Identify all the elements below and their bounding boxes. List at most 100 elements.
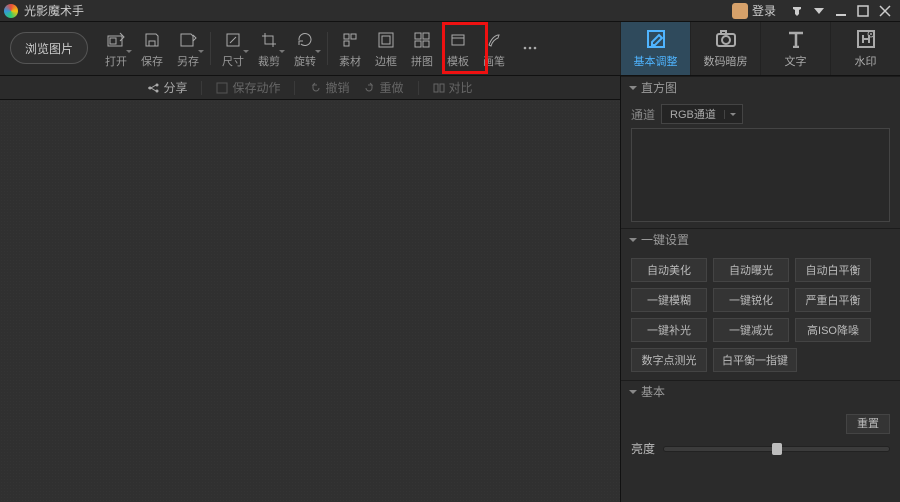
tool-saveas-label: 另存: [177, 53, 199, 69]
tool-more[interactable]: [512, 22, 548, 75]
collage-icon: [414, 29, 430, 51]
brightness-label: 亮度: [631, 440, 655, 457]
tool-rotate-label: 旋转: [294, 53, 316, 69]
tool-material[interactable]: 素材: [332, 22, 368, 75]
tool-save-label: 保存: [141, 53, 163, 69]
tab-watermark-label: 水印: [855, 53, 877, 69]
section-oneclick-label: 一键设置: [641, 231, 689, 248]
tool-brush-label: 画笔: [483, 53, 505, 69]
tab-watermark[interactable]: 水印: [830, 22, 900, 75]
oneclick-7[interactable]: 一键减光: [713, 318, 789, 342]
tool-frame[interactable]: 边框: [368, 22, 404, 75]
tool-template-label: 模板: [447, 53, 469, 69]
compare-button[interactable]: 对比: [433, 79, 473, 96]
brush-icon: [486, 29, 502, 51]
section-basic[interactable]: 基本: [621, 380, 900, 402]
app-title: 光影魔术手: [24, 2, 84, 19]
oneclick-0[interactable]: 自动美化: [631, 258, 707, 282]
share-icon: [147, 82, 159, 94]
tool-crop-label: 裁剪: [258, 53, 280, 69]
undo-label: 撤销: [325, 79, 349, 96]
size-icon: [225, 29, 241, 51]
tab-basic-adjust-label: 基本调整: [634, 53, 678, 69]
open-icon: [107, 29, 125, 51]
brightness-slider[interactable]: [663, 446, 890, 452]
login-link[interactable]: 登录: [752, 2, 776, 19]
tab-text-label: 文字: [785, 53, 807, 69]
compare-icon: [433, 82, 445, 94]
redo-button[interactable]: 重做: [364, 79, 404, 96]
channel-label: 通道: [631, 106, 655, 123]
tool-open-label: 打开: [105, 53, 127, 69]
tool-open[interactable]: 打开: [98, 22, 134, 75]
oneclick-5[interactable]: 严重白平衡: [795, 288, 871, 312]
section-oneclick[interactable]: 一键设置: [621, 228, 900, 250]
oneclick-2[interactable]: 自动白平衡: [795, 258, 871, 282]
oneclick-1[interactable]: 自动曝光: [713, 258, 789, 282]
oneclick-8[interactable]: 高ISO降噪: [795, 318, 871, 342]
section-histogram[interactable]: 直方图: [621, 76, 900, 98]
oneclick-3[interactable]: 一键模糊: [631, 288, 707, 312]
oneclick-6[interactable]: 一键补光: [631, 318, 707, 342]
tool-crop[interactable]: 裁剪: [251, 22, 287, 75]
tool-collage-label: 拼图: [411, 53, 433, 69]
chevron-down-icon: [724, 110, 742, 119]
darkroom-icon: [715, 29, 737, 49]
section-histogram-label: 直方图: [641, 79, 677, 96]
save-action-label: 保存动作: [232, 79, 280, 96]
rotate-icon: [296, 29, 314, 51]
avatar-icon[interactable]: [732, 3, 748, 19]
tool-save[interactable]: 保存: [134, 22, 170, 75]
save-action-button[interactable]: 保存动作: [216, 79, 280, 96]
tab-darkroom-label: 数码暗房: [704, 53, 748, 69]
tool-collage[interactable]: 拼图: [404, 22, 440, 75]
channel-value: RGB通道: [662, 106, 724, 122]
basic-adjust-icon: [646, 29, 666, 49]
template-icon: [450, 29, 466, 51]
tool-frame-label: 边框: [375, 53, 397, 69]
material-icon: [342, 29, 358, 51]
tool-saveas[interactable]: 另存: [170, 22, 206, 75]
histogram-box: [631, 128, 890, 222]
channel-select[interactable]: RGB通道: [661, 104, 743, 124]
more-icon: [522, 37, 538, 59]
maximize-button[interactable]: [852, 2, 874, 20]
compare-label: 对比: [449, 79, 473, 96]
tab-basic-adjust[interactable]: 基本调整: [620, 22, 690, 75]
undo-button[interactable]: 撤销: [309, 79, 349, 96]
tool-brush[interactable]: 画笔: [476, 22, 512, 75]
crop-icon: [261, 29, 277, 51]
redo-label: 重做: [380, 79, 404, 96]
tool-size-label: 尺寸: [222, 53, 244, 69]
slider-knob-icon: [772, 443, 782, 455]
tab-text[interactable]: 文字: [760, 22, 830, 75]
tool-template[interactable]: 模板: [440, 22, 476, 75]
undo-icon: [309, 82, 321, 94]
watermark-icon: [856, 29, 876, 49]
save-icon: [144, 29, 160, 51]
minimize-button[interactable]: [830, 2, 852, 20]
browse-images-button[interactable]: 浏览图片: [10, 32, 88, 64]
pin-button[interactable]: [786, 2, 808, 20]
frame-icon: [378, 29, 394, 51]
redo-icon: [364, 82, 376, 94]
app-logo-icon: [4, 4, 18, 18]
tab-darkroom[interactable]: 数码暗房: [690, 22, 760, 75]
section-basic-label: 基本: [641, 383, 665, 400]
share-button[interactable]: 分享: [147, 79, 187, 96]
menu-button[interactable]: [808, 2, 830, 20]
oneclick-10[interactable]: 白平衡一指键: [713, 348, 797, 372]
tool-size[interactable]: 尺寸: [215, 22, 251, 75]
text-icon: [787, 29, 805, 49]
tool-rotate[interactable]: 旋转: [287, 22, 323, 75]
oneclick-4[interactable]: 一键锐化: [713, 288, 789, 312]
reset-button[interactable]: 重置: [846, 414, 890, 434]
close-button[interactable]: [874, 2, 896, 20]
tool-material-label: 素材: [339, 53, 361, 69]
canvas-area[interactable]: [0, 100, 620, 502]
saveas-icon: [179, 29, 197, 51]
browse-images-label: 浏览图片: [25, 40, 73, 57]
save-action-icon: [216, 82, 228, 94]
share-label: 分享: [163, 79, 187, 96]
oneclick-9[interactable]: 数字点测光: [631, 348, 707, 372]
